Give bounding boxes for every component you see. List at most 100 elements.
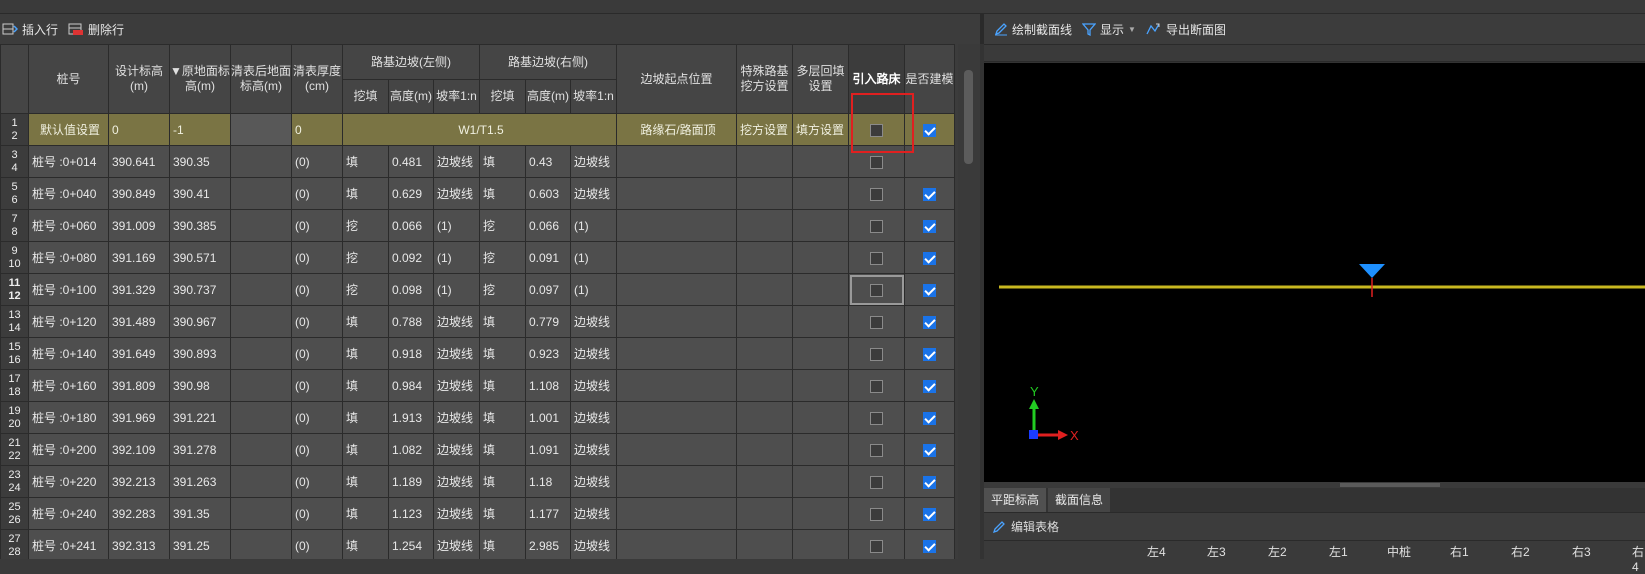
cell-orig-ground[interactable]: 390.98 — [169, 369, 231, 402]
cell-left-cutfill[interactable]: 填 — [342, 529, 389, 559]
cell-clear-thick[interactable]: (0) — [291, 401, 343, 434]
default-design-cell[interactable]: 0 — [108, 113, 170, 146]
vertical-scrollbar[interactable] — [958, 44, 980, 559]
cell-slope-start[interactable] — [616, 209, 737, 242]
cell-right-cutfill[interactable]: 填 — [479, 369, 526, 402]
default-orig-cell[interactable]: -1 — [169, 113, 231, 146]
cell-right-ratio[interactable]: 边坡线 — [570, 401, 617, 434]
cell-slope-start[interactable] — [616, 433, 737, 466]
cell-import-bed[interactable] — [848, 465, 905, 498]
cell-design-elev[interactable]: 390.849 — [108, 177, 170, 210]
col-header-pile[interactable]: 桩号 — [28, 44, 109, 114]
cell-left-ratio[interactable]: 边坡线 — [433, 305, 480, 338]
cell-left-ratio[interactable]: 边坡线 — [433, 433, 480, 466]
cell-pile[interactable]: 桩号 :0+120 — [28, 305, 109, 338]
cell-design-elev[interactable]: 390.641 — [108, 145, 170, 178]
cell-pile[interactable]: 桩号 :0+241 — [28, 529, 109, 559]
build-model-checkbox[interactable] — [923, 507, 936, 521]
cell-special-cut[interactable] — [736, 369, 793, 402]
cell-design-elev[interactable]: 392.313 — [108, 529, 170, 559]
cell-build-model[interactable] — [904, 209, 955, 242]
display-dropdown[interactable]: 显示 ▼ — [1082, 21, 1136, 38]
cell-slope-start[interactable] — [616, 145, 737, 178]
import-bed-checkbox[interactable] — [870, 475, 883, 489]
cell-cleared-ground[interactable] — [230, 433, 292, 466]
default-import-bed-cell[interactable] — [848, 113, 905, 146]
cell-pile[interactable]: 桩号 :0+160 — [28, 369, 109, 402]
cell-import-bed[interactable] — [848, 209, 905, 242]
cell-slope-start[interactable] — [616, 241, 737, 274]
cell-left-cutfill[interactable]: 挖 — [342, 241, 389, 274]
cell-left-ratio[interactable]: (1) — [433, 209, 480, 242]
cell-orig-ground[interactable]: 390.893 — [169, 337, 231, 370]
cell-import-bed[interactable] — [848, 401, 905, 434]
splitter-grip[interactable] — [1340, 483, 1440, 487]
cell-right-cutfill[interactable]: 挖 — [479, 209, 526, 242]
cell-right-ratio[interactable]: 边坡线 — [570, 433, 617, 466]
cell-right-cutfill[interactable]: 填 — [479, 465, 526, 498]
col-header-multi-fill[interactable]: 多层回填设置 — [792, 44, 849, 114]
cell-pile[interactable]: 桩号 :0+014 — [28, 145, 109, 178]
import-bed-checkbox[interactable] — [870, 507, 883, 521]
cell-right-cutfill[interactable]: 填 — [479, 529, 526, 559]
cell-left-height[interactable]: 1.254 — [388, 529, 434, 559]
cell-left-ratio[interactable]: 边坡线 — [433, 497, 480, 530]
cell-orig-ground[interactable]: 390.385 — [169, 209, 231, 242]
build-model-checkbox[interactable] — [923, 539, 936, 553]
cell-left-ratio[interactable]: 边坡线 — [433, 465, 480, 498]
cell-left-cutfill[interactable]: 填 — [342, 177, 389, 210]
cell-multi-fill[interactable] — [792, 369, 849, 402]
cell-right-height[interactable]: 0.097 — [525, 273, 571, 306]
cell-clear-thick[interactable]: (0) — [291, 529, 343, 559]
cell-right-height[interactable]: 1.108 — [525, 369, 571, 402]
cell-build-model[interactable] — [904, 145, 955, 178]
cell-clear-thick[interactable]: (0) — [291, 241, 343, 274]
cell-import-bed[interactable] — [848, 433, 905, 466]
cell-right-cutfill[interactable]: 挖 — [479, 273, 526, 306]
cell-left-cutfill[interactable]: 填 — [342, 305, 389, 338]
cell-right-ratio[interactable]: 边坡线 — [570, 145, 617, 178]
cell-cleared-ground[interactable] — [230, 177, 292, 210]
cell-import-bed[interactable] — [848, 241, 905, 274]
default-thick-cell[interactable]: 0 — [291, 113, 343, 146]
cell-right-ratio[interactable]: 边坡线 — [570, 337, 617, 370]
cell-slope-start[interactable] — [616, 337, 737, 370]
cell-design-elev[interactable]: 392.213 — [108, 465, 170, 498]
cell-multi-fill[interactable] — [792, 241, 849, 274]
import-bed-checkbox[interactable] — [870, 315, 883, 329]
cell-left-cutfill[interactable]: 填 — [342, 401, 389, 434]
cell-left-cutfill[interactable]: 填 — [342, 497, 389, 530]
cell-right-cutfill[interactable]: 填 — [479, 337, 526, 370]
cell-multi-fill[interactable] — [792, 337, 849, 370]
cell-right-cutfill[interactable]: 填 — [479, 401, 526, 434]
cell-design-elev[interactable]: 391.809 — [108, 369, 170, 402]
cell-clear-thick[interactable]: (0) — [291, 369, 343, 402]
cell-slope-start[interactable] — [616, 369, 737, 402]
cell-cleared-ground[interactable] — [230, 241, 292, 274]
cell-orig-ground[interactable]: 391.278 — [169, 433, 231, 466]
cell-design-elev[interactable]: 391.009 — [108, 209, 170, 242]
default-start-cell[interactable]: 路缘石/路面顶 — [616, 113, 737, 146]
cell-right-cutfill[interactable]: 填 — [479, 497, 526, 530]
cell-multi-fill[interactable] — [792, 465, 849, 498]
cell-left-cutfill[interactable]: 挖 — [342, 273, 389, 306]
cell-right-cutfill[interactable]: 挖 — [479, 241, 526, 274]
cell-special-cut[interactable] — [736, 497, 793, 530]
cell-clear-thick[interactable]: (0) — [291, 497, 343, 530]
cell-right-height[interactable]: 1.091 — [525, 433, 571, 466]
cell-import-bed[interactable] — [848, 497, 905, 530]
col-header-build-model[interactable]: 是否建模 — [904, 44, 955, 114]
cell-right-cutfill[interactable]: 填 — [479, 145, 526, 178]
cell-multi-fill[interactable] — [792, 529, 849, 559]
cell-orig-ground[interactable]: 391.25 — [169, 529, 231, 559]
col-header-slope-left[interactable]: 路基边坡(左侧) — [342, 44, 480, 80]
cell-orig-ground[interactable]: 390.967 — [169, 305, 231, 338]
cell-left-height[interactable]: 1.082 — [388, 433, 434, 466]
cell-slope-start[interactable] — [616, 401, 737, 434]
cell-right-height[interactable]: 0.091 — [525, 241, 571, 274]
cell-left-height[interactable]: 0.918 — [388, 337, 434, 370]
cell-left-ratio[interactable]: 边坡线 — [433, 529, 480, 559]
cell-right-height[interactable]: 2.985 — [525, 529, 571, 559]
cell-right-height[interactable]: 0.066 — [525, 209, 571, 242]
col-header-special-cut[interactable]: 特殊路基挖方设置 — [736, 44, 793, 114]
